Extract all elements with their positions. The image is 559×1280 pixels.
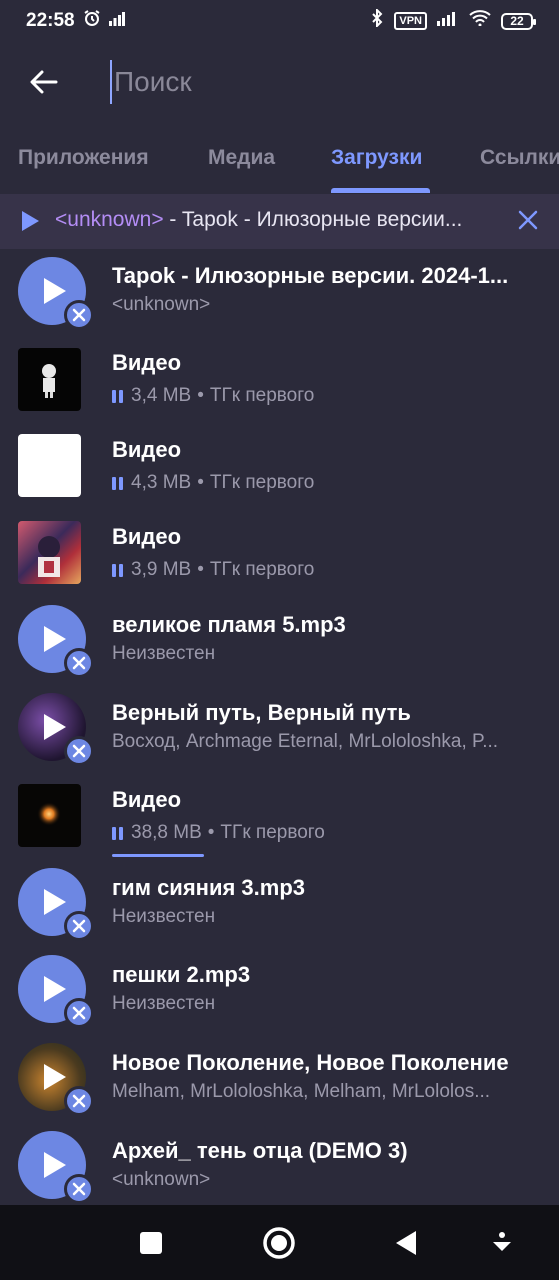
- item-subtitle: 3,9 MB • ТГк первого: [112, 559, 512, 581]
- item-title: Видео: [112, 787, 182, 812]
- bluetooth-icon: [370, 7, 384, 33]
- close-icon[interactable]: [514, 206, 542, 234]
- mini-player[interactable]: <unknown> - Tapok - Илюзорные версии...: [0, 194, 559, 249]
- list-item[interactable]: Новое Поколение, Новое Поколение Melham,…: [0, 1037, 559, 1123]
- item-title: гим сияния 3.mp3: [112, 875, 306, 900]
- list-item[interactable]: пешки 2.mp3 Неизвестен: [0, 949, 559, 1035]
- tab-bar: Приложения Медиа Загрузки Ссылки: [0, 124, 559, 194]
- video-thumbnail: [18, 521, 81, 584]
- item-subtitle: Неизвестен: [112, 643, 216, 664]
- battery-icon: 22: [501, 12, 536, 30]
- list-item[interactable]: Архей_ тень отца (DEMO 3) <unknown>: [0, 1125, 559, 1211]
- download-progress-bar: [112, 854, 204, 857]
- close-icon: [72, 919, 86, 933]
- wifi-icon: [469, 10, 491, 32]
- cancel-download-button[interactable]: [64, 1174, 94, 1204]
- status-bar: 22:58 VPN 22: [0, 0, 559, 42]
- close-icon: [72, 744, 86, 758]
- item-title: великое пламя 5.mp3: [112, 612, 346, 637]
- item-subtitle: 3,4 MB • ТГк первого: [112, 385, 512, 407]
- cancel-download-button[interactable]: [64, 648, 94, 678]
- list-item[interactable]: гим сияния 3.mp3 Неизвестен: [0, 862, 559, 948]
- cancel-download-button[interactable]: [64, 1086, 94, 1116]
- chevron-down-icon: [493, 1232, 511, 1251]
- recents-button[interactable]: [133, 1225, 169, 1261]
- item-subtitle: 4,3 MB • ТГк первого: [112, 472, 512, 494]
- system-navigation-bar: [0, 1205, 559, 1280]
- player-title: Tapok - Илюзорные версии...: [181, 208, 463, 231]
- list-item[interactable]: Видео 3,4 MB • ТГк первого: [0, 337, 559, 423]
- list-item[interactable]: Видео 38,8 MB • ТГк первого: [0, 774, 559, 860]
- cancel-download-button[interactable]: [64, 736, 94, 766]
- search-input[interactable]: [110, 60, 530, 104]
- tab-apps[interactable]: Приложения: [18, 146, 149, 170]
- back-button[interactable]: [24, 62, 64, 102]
- item-title: Tapok - Илюзорные версии. 2024-1...: [112, 263, 509, 288]
- list-item[interactable]: Видео 4,3 MB • ТГк первого: [0, 424, 559, 510]
- search-bar: [0, 42, 559, 124]
- play-icon: [44, 626, 66, 652]
- video-thumbnail: [18, 348, 81, 411]
- item-title: Архей_ тень отца (DEMO 3): [112, 1138, 408, 1163]
- close-icon: [72, 1006, 86, 1020]
- player-separator: -: [163, 208, 182, 231]
- list-item[interactable]: великое пламя 5.mp3 Неизвестен: [0, 599, 559, 685]
- close-icon: [72, 1094, 86, 1108]
- tab-downloads[interactable]: Загрузки: [331, 146, 422, 170]
- play-icon: [44, 889, 66, 915]
- home-button[interactable]: [261, 1225, 297, 1261]
- item-title: Видео: [112, 350, 182, 375]
- item-title: Видео: [112, 524, 182, 549]
- pause-icon[interactable]: [112, 563, 123, 577]
- signal-icon: [437, 10, 459, 32]
- list-item[interactable]: Видео 3,9 MB • ТГк первого: [0, 511, 559, 597]
- cancel-download-button[interactable]: [64, 911, 94, 941]
- item-subtitle: 38,8 MB • ТГк первого: [112, 822, 512, 844]
- tab-indicator: [331, 188, 430, 193]
- item-title: Новое Поколение, Новое Поколение: [112, 1050, 509, 1075]
- play-icon: [44, 976, 66, 1002]
- pause-icon[interactable]: [112, 826, 123, 840]
- triangle-back-icon: [396, 1231, 416, 1255]
- play-icon: [44, 278, 66, 304]
- item-subtitle: Melham, MrLololoshka, Melham, MrLololos.…: [112, 1081, 491, 1102]
- close-icon: [72, 308, 86, 322]
- item-subtitle: <unknown>: [112, 294, 211, 315]
- arrow-left-icon: [30, 70, 58, 94]
- pause-icon[interactable]: [112, 389, 123, 403]
- player-track-text[interactable]: <unknown> - Tapok - Илюзорные версии...: [55, 208, 505, 232]
- item-subtitle: Неизвестен: [112, 993, 216, 1014]
- circle-icon: [263, 1227, 295, 1259]
- close-icon: [72, 1182, 86, 1196]
- item-subtitle: <unknown>: [112, 1169, 211, 1190]
- play-icon: [44, 714, 66, 740]
- list-item[interactable]: Верный путь, Верный путь Восход, Archmag…: [0, 687, 559, 773]
- player-artist: <unknown>: [55, 208, 164, 231]
- video-thumbnail: [18, 434, 81, 497]
- alarm-icon: [83, 9, 101, 33]
- signal-icon: [108, 10, 125, 32]
- item-title: Видео: [112, 437, 182, 462]
- list-item[interactable]: Tapok - Илюзорные версии. 2024-1... <unk…: [0, 249, 559, 335]
- close-icon: [72, 656, 86, 670]
- tab-links[interactable]: Ссылки: [480, 146, 559, 170]
- tab-media[interactable]: Медиа: [208, 146, 275, 170]
- hide-navbar-button[interactable]: [484, 1225, 520, 1261]
- item-title: пешки 2.mp3: [112, 962, 251, 987]
- back-nav-button[interactable]: [388, 1225, 424, 1261]
- cancel-download-button[interactable]: [64, 998, 94, 1028]
- status-time: 22:58: [26, 10, 75, 31]
- play-icon: [44, 1064, 66, 1090]
- play-icon[interactable]: [20, 210, 40, 232]
- vpn-icon: VPN: [394, 12, 427, 30]
- item-title: Верный путь, Верный путь: [112, 700, 411, 725]
- pause-icon[interactable]: [112, 476, 123, 490]
- item-subtitle: Неизвестен: [112, 906, 216, 927]
- play-icon: [44, 1152, 66, 1178]
- cancel-download-button[interactable]: [64, 300, 94, 330]
- video-thumbnail: [18, 784, 81, 847]
- square-icon: [140, 1232, 162, 1254]
- item-subtitle: Восход, Archmage Eternal, MrLololoshka, …: [112, 731, 499, 752]
